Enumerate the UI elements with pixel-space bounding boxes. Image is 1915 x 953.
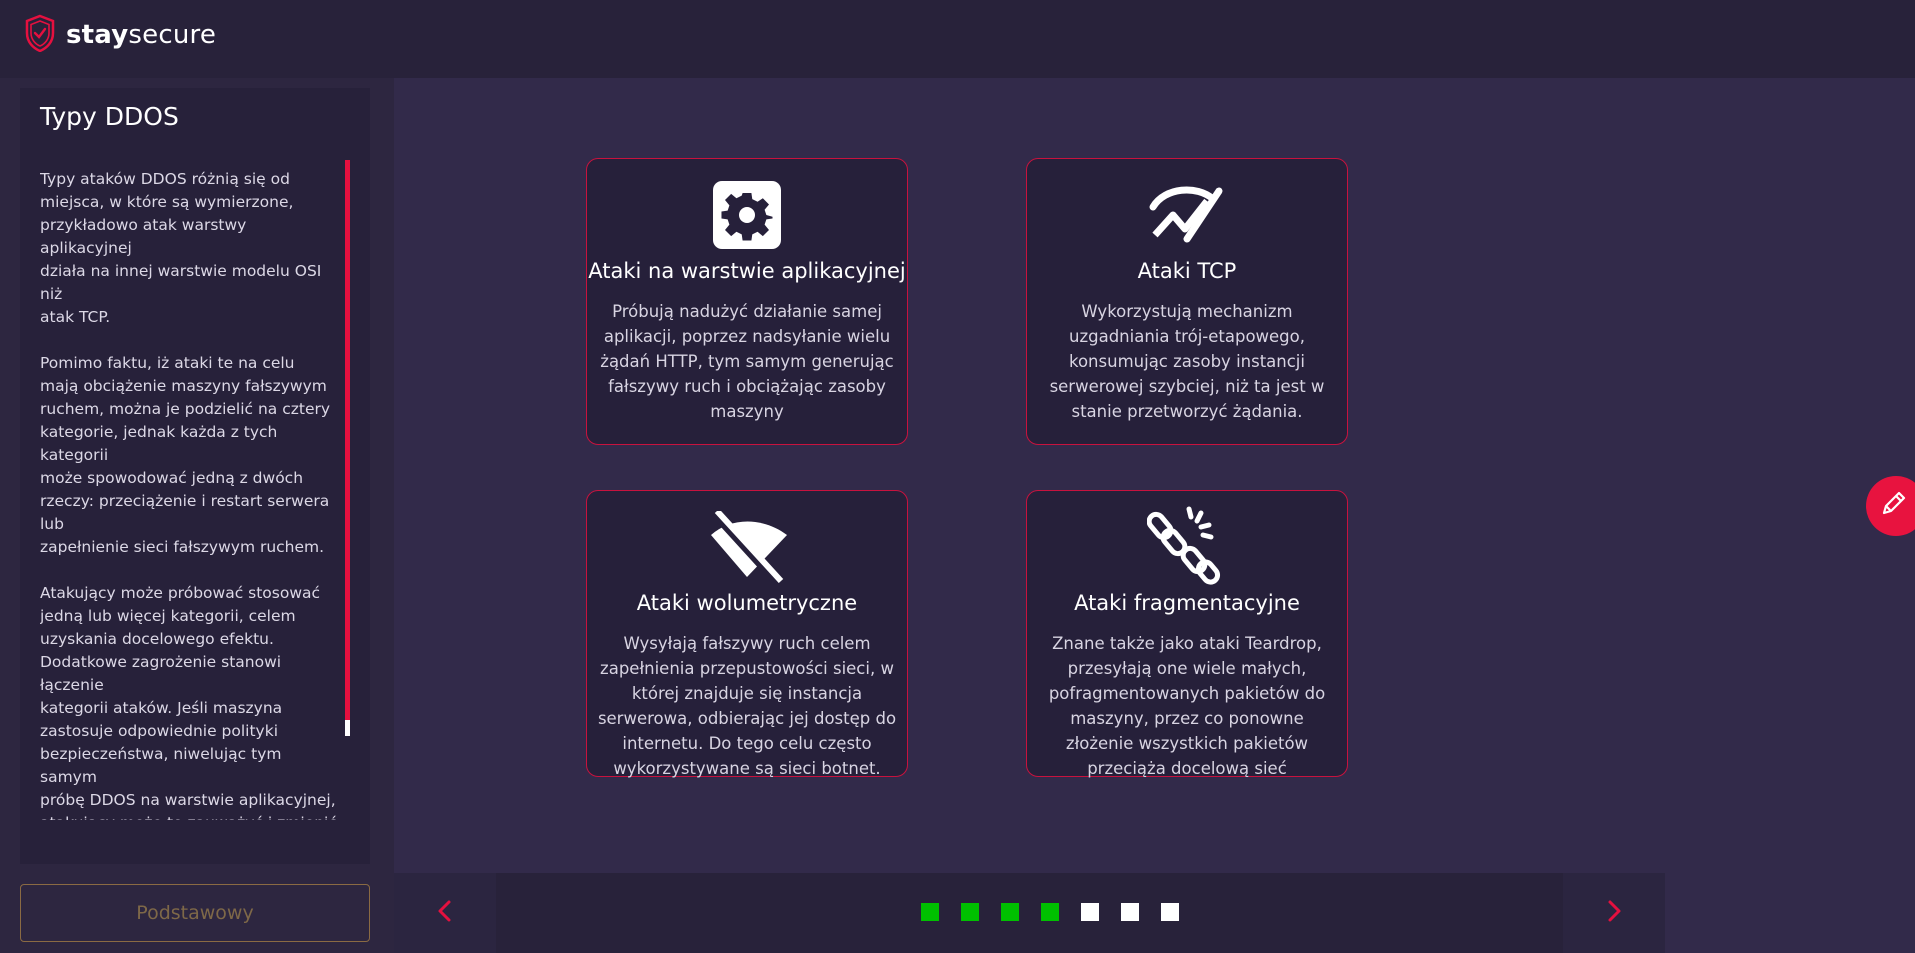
card-volumetric: Ataki wolumetryczne Wysyłają fałszywy ru… [586,490,908,778]
card-tcp: Ataki TCP Wykorzystują mechanizm uzgadni… [1026,158,1348,445]
card-text: Znane także jako ataki Teardrop, przesył… [1048,634,1326,778]
progress-dot[interactable] [1081,903,1099,921]
card-text: Próbują nadużyć działanie samej aplikacj… [600,302,894,421]
logo-text-light: secure [128,20,217,50]
progress-dot[interactable] [1161,903,1179,921]
level-button[interactable]: Podstawowy [20,884,370,942]
logo[interactable]: staysecure [24,14,216,56]
card-text: Wysyłają fałszywy ruch celem zapełnienia… [597,634,897,778]
sidebar-scrollbar[interactable] [345,160,350,736]
card-title: Ataki fragmentacyjne [1074,591,1300,615]
broken-signal-icon [1147,179,1227,251]
progress-dot[interactable] [1041,903,1059,921]
card-application-layer: Ataki na warstwie aplikacyjnej Próbują n… [586,158,908,445]
card-fragmentation: Ataki fragmentacyjne Znane także jako at… [1026,490,1348,778]
progress-dot[interactable] [1001,903,1019,921]
bottom-navigation [394,873,1665,953]
progress-dot[interactable] [961,903,979,921]
sidebar-scrollbar-thumb[interactable] [345,160,350,720]
gear-icon [707,179,787,251]
chevron-right-icon [1602,899,1626,927]
main-content: Ataki na warstwie aplikacyjnej Próbują n… [394,78,1915,953]
broken-chain-icon [1146,506,1227,585]
sidebar-paragraph: Pomimo faktu, iż ataki te na celu mają o… [40,354,331,556]
wifi-off-icon [707,508,787,585]
top-bar: staysecure [0,0,1915,78]
logo-text: staysecure [66,20,216,50]
card-title: Ataki wolumetryczne [636,591,858,615]
lesson-sidebar: Typy DDOS Typy ataków DDOS różnią się od… [20,88,370,864]
card-title: Ataki TCP [1137,259,1237,283]
chevron-left-icon [433,899,457,927]
pencil-icon [1878,489,1908,523]
logo-text-bold: stay [66,20,129,50]
card-title: Ataki na warstwie aplikacyjnej [588,259,906,283]
card-text: Wykorzystują mechanizm uzgadniania trój-… [1049,302,1325,421]
next-button[interactable] [1563,873,1665,953]
sidebar-text[interactable]: Typy ataków DDOS różnią się od miejsca, … [40,168,338,820]
sidebar-title: Typy DDOS [40,102,179,131]
progress-dot[interactable] [1121,903,1139,921]
sidebar-paragraph: Atakujący może próbować stosować jedną l… [40,584,337,820]
progress-dot[interactable] [921,903,939,921]
sidebar-paragraph: Typy ataków DDOS różnią się od miejsca, … [40,170,322,326]
previous-button[interactable] [394,873,496,953]
shield-check-icon [24,14,56,56]
progress-dots [921,903,1201,921]
